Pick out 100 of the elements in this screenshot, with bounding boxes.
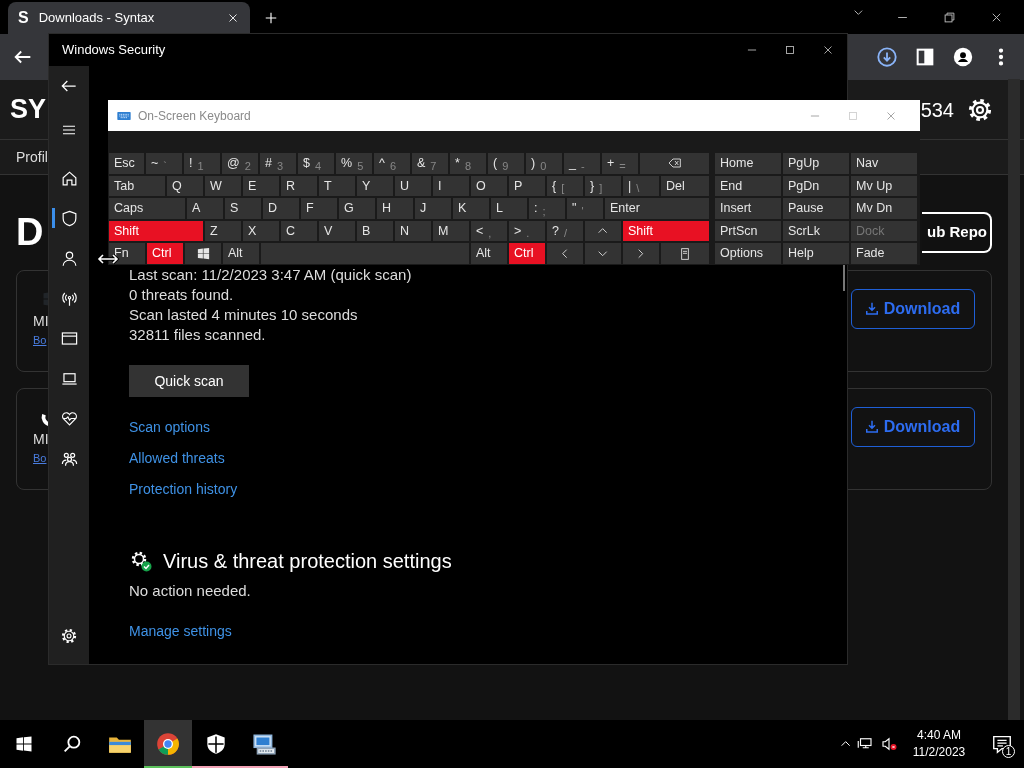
- link[interactable]: Manage settings: [129, 621, 232, 641]
- item-link[interactable]: Bo: [33, 449, 47, 466]
- scrollbar[interactable]: [1008, 79, 1020, 720]
- link[interactable]: Allowed threats: [129, 448, 225, 468]
- key[interactable]: " ': [566, 197, 604, 220]
- key[interactable]: Pause: [782, 197, 850, 220]
- key[interactable]: ~ `: [145, 152, 183, 175]
- key[interactable]: W: [204, 174, 242, 198]
- muted-speaker-icon[interactable]: [880, 735, 898, 753]
- key[interactable]: Del: [660, 174, 710, 198]
- key[interactable]: B: [356, 219, 394, 243]
- key[interactable]: O: [470, 174, 508, 198]
- download-icon[interactable]: [876, 46, 898, 68]
- repo-button[interactable]: ub Repo: [922, 212, 992, 253]
- show-hidden-icon[interactable]: [840, 741, 850, 747]
- key[interactable]: [660, 242, 710, 265]
- key[interactable]: [184, 242, 222, 265]
- key[interactable]: Tab: [108, 174, 166, 198]
- key[interactable]: L: [490, 197, 528, 220]
- key[interactable]: E: [242, 174, 280, 198]
- key[interactable]: PrtScn: [714, 219, 782, 243]
- key[interactable]: & 7: [411, 152, 449, 175]
- key[interactable]: Esc: [108, 152, 145, 175]
- key[interactable]: M: [432, 219, 470, 243]
- notification-button[interactable]: 1: [980, 720, 1024, 768]
- key[interactable]: Mv Dn: [850, 197, 918, 220]
- key[interactable]: F: [300, 197, 338, 220]
- download-button[interactable]: Download: [851, 406, 975, 447]
- profile-icon[interactable]: [952, 46, 974, 68]
- key[interactable]: % 5: [335, 152, 373, 175]
- maximize-button[interactable]: [783, 43, 797, 57]
- key[interactable]: ( 9: [487, 152, 525, 175]
- key[interactable]: N: [394, 219, 432, 243]
- key[interactable]: Alt: [222, 242, 260, 265]
- key[interactable]: P: [508, 174, 546, 198]
- key[interactable]: Mv Up: [850, 174, 918, 198]
- key[interactable]: Shift: [108, 219, 204, 243]
- key[interactable]: Alt: [470, 242, 508, 265]
- key[interactable]: < ,: [470, 219, 508, 243]
- item-link[interactable]: Bo: [33, 331, 47, 348]
- key[interactable]: R: [280, 174, 318, 198]
- key[interactable]: ScrLk: [782, 219, 850, 243]
- key[interactable]: $ 4: [297, 152, 335, 175]
- link[interactable]: Protection history: [129, 479, 238, 499]
- key[interactable]: > .: [508, 219, 546, 243]
- key[interactable]: : ;: [528, 197, 566, 220]
- key[interactable]: { [: [546, 174, 584, 198]
- key[interactable]: D: [262, 197, 300, 220]
- key[interactable]: + =: [601, 152, 639, 175]
- key[interactable]: Fn: [108, 242, 146, 265]
- key[interactable]: J: [414, 197, 452, 220]
- key[interactable]: ! 1: [183, 152, 221, 175]
- key[interactable]: } ]: [584, 174, 622, 198]
- key[interactable]: Z: [204, 219, 242, 243]
- key[interactable]: Home: [714, 152, 782, 175]
- tab-search-icon[interactable]: [854, 9, 863, 15]
- key[interactable]: Help: [782, 242, 850, 265]
- key[interactable]: Ctrl: [146, 242, 184, 265]
- key[interactable]: G: [338, 197, 376, 220]
- key[interactable]: Insert: [714, 197, 782, 220]
- key[interactable]: End: [714, 174, 782, 198]
- restore-button[interactable]: [942, 9, 957, 25]
- side-panel-icon[interactable]: [914, 46, 936, 68]
- key[interactable]: Y: [356, 174, 394, 198]
- key[interactable]: Fade: [850, 242, 918, 265]
- key[interactable]: PgUp: [782, 152, 850, 175]
- key[interactable]: PgDn: [782, 174, 850, 198]
- key[interactable]: Caps: [108, 197, 186, 220]
- key[interactable]: I: [432, 174, 470, 198]
- key[interactable]: S: [224, 197, 262, 220]
- link[interactable]: Scan options: [129, 417, 210, 437]
- key[interactable]: _ -: [563, 152, 601, 175]
- key[interactable]: X: [242, 219, 280, 243]
- key[interactable]: T: [318, 174, 356, 198]
- key[interactable]: Nav: [850, 152, 918, 175]
- key[interactable]: Shift: [622, 219, 710, 243]
- browser-tab[interactable]: S Downloads - Syntax: [8, 2, 250, 34]
- key[interactable]: # 3: [259, 152, 297, 175]
- key[interactable]: U: [394, 174, 432, 198]
- status-text: Scan lasted 4 minutes 10 seconds: [129, 305, 359, 325]
- key[interactable]: V: [318, 219, 356, 243]
- quick-scan-button[interactable]: Quick scan: [129, 365, 249, 397]
- key[interactable]: Options: [714, 242, 782, 265]
- key[interactable]: Ctrl: [508, 242, 546, 265]
- key[interactable]: @ 2: [221, 152, 259, 175]
- nav-link[interactable]: Profil: [16, 146, 48, 168]
- key[interactable]: K: [452, 197, 490, 220]
- key[interactable]: C: [280, 219, 318, 243]
- key[interactable]: ^ 6: [373, 152, 411, 175]
- key[interactable]: Enter: [604, 197, 710, 220]
- key[interactable]: ? /: [546, 219, 584, 243]
- key[interactable]: | \: [622, 174, 660, 198]
- site-logo[interactable]: SY: [10, 96, 47, 123]
- key[interactable]: A: [186, 197, 224, 220]
- download-button[interactable]: Download: [851, 288, 975, 329]
- key[interactable]: Q: [166, 174, 204, 198]
- key[interactable]: * 8: [449, 152, 487, 175]
- key[interactable]: H: [376, 197, 414, 220]
- key[interactable]: ) 0: [525, 152, 563, 175]
- taskbar-button[interactable]: [144, 720, 192, 768]
